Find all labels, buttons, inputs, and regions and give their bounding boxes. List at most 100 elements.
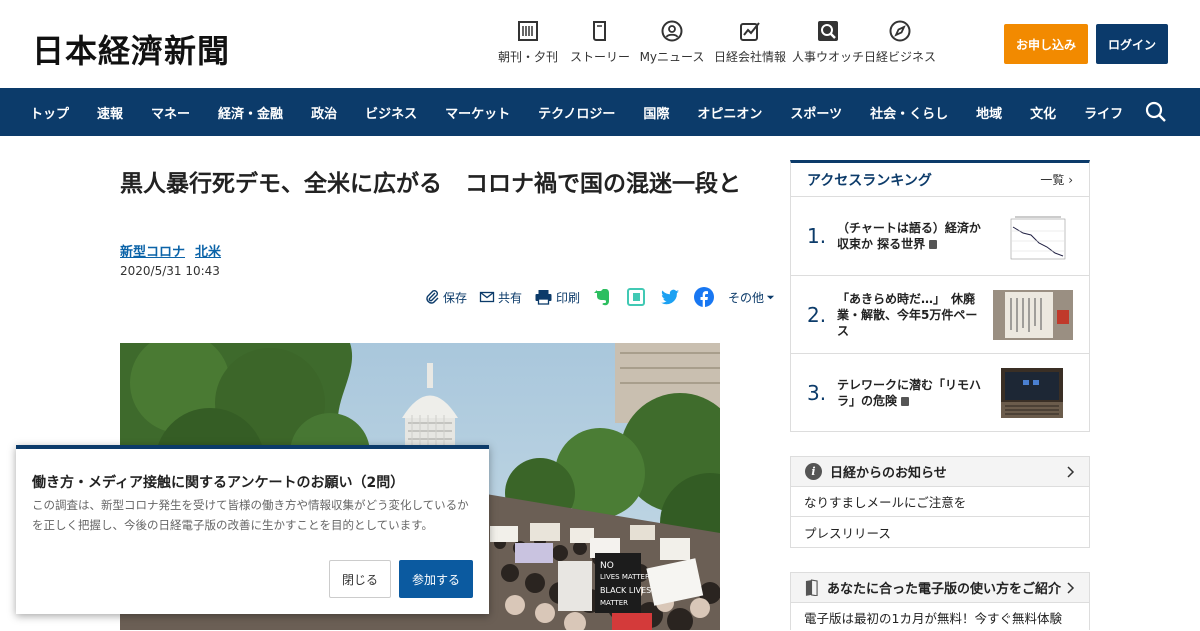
- user-icon: [661, 20, 683, 42]
- chevron-right-icon: [1067, 582, 1075, 594]
- article-toolbar: 保存 共有 印刷 その他: [424, 287, 790, 307]
- search-person-icon: [818, 21, 838, 41]
- svg-text:MATTER: MATTER: [600, 599, 628, 607]
- print-button[interactable]: 印刷: [534, 289, 580, 306]
- printer-icon: [535, 290, 552, 305]
- close-button[interactable]: 閉じる: [329, 560, 391, 598]
- apply-button[interactable]: お申し込み: [1004, 24, 1088, 64]
- header-link-business[interactable]: 日経ビジネス: [864, 20, 936, 65]
- access-ranking: アクセスランキング 一覧 › 1. （チャートは語る）経済か収束か 探る世界 2…: [790, 160, 1090, 432]
- newspaper-icon: [518, 21, 538, 41]
- dialog-body: この調査は、新型コロナ発生を受けて皆様の働き方や情報収集がどう変化しているかを正…: [32, 498, 469, 532]
- more-share-dropdown[interactable]: その他: [728, 289, 778, 306]
- ranking-item[interactable]: 3. テレワークに潜む「リモハラ」の危険: [791, 354, 1089, 433]
- note-button[interactable]: [626, 287, 646, 307]
- notice-item[interactable]: なりすましメールにご注意を: [791, 487, 1089, 517]
- notice-item[interactable]: プレスリリース: [791, 517, 1089, 547]
- nav-item-economy[interactable]: 経済・金融: [218, 103, 283, 122]
- usage-guide: あなたに合った電子版の使い方をご紹介 電子版は最初の1カ月が無料！今すぐ無料体験: [790, 572, 1090, 630]
- site-header: 日本経濟新聞 朝刊・夕刊 ストーリー Myニュース 日経会社情報 人事ウオッチ …: [0, 0, 1200, 88]
- facebook-button[interactable]: [694, 287, 715, 307]
- header-link-mynews[interactable]: Myニュース: [636, 20, 708, 65]
- header-icon-bar: 朝刊・夕刊 ストーリー Myニュース 日経会社情報 人事ウオッチ 日経ビジネス: [492, 20, 936, 65]
- header-link-label: ストーリー: [569, 50, 630, 64]
- ranking-item[interactable]: 1. （チャートは語る）経済か収束か 探る世界: [791, 197, 1089, 276]
- notices-header[interactable]: i 日経からのお知らせ: [791, 457, 1089, 487]
- ranking-number: 3.: [807, 381, 827, 405]
- print-label: 印刷: [556, 290, 581, 305]
- info-icon: i: [805, 463, 822, 480]
- nav-item-region[interactable]: 地域: [976, 103, 1002, 122]
- nav-item-sports[interactable]: スポーツ: [790, 103, 842, 122]
- nav-item-opinion[interactable]: オピニオン: [697, 103, 762, 122]
- header-link-company[interactable]: 日経会社情報: [708, 20, 792, 65]
- header-link-jinji[interactable]: 人事ウオッチ: [792, 20, 864, 65]
- nav-item-technology[interactable]: テクノロジー: [538, 103, 615, 122]
- nav-item-market[interactable]: マーケット: [445, 103, 510, 122]
- guide-title: あなたに合った電子版の使い方をご紹介: [827, 582, 1062, 597]
- chart-icon: [740, 22, 760, 41]
- lock-icon: [929, 240, 938, 249]
- twitter-button[interactable]: [660, 287, 680, 307]
- nav-item-society[interactable]: 社会・くらし: [870, 103, 948, 122]
- tag-link[interactable]: 新型コロナ: [120, 241, 185, 260]
- survey-dialog: 働き方・メディア接触に関するアンケートのお願い（2問） この調査は、新型コロナ発…: [16, 445, 489, 614]
- share-label: 共有: [498, 290, 523, 305]
- header-link-label: 朝刊・夕刊: [497, 50, 558, 64]
- facebook-icon: [694, 287, 715, 307]
- nav-item-culture[interactable]: 文化: [1030, 103, 1056, 122]
- ranking-more-label: 一覧: [1040, 173, 1065, 187]
- ranking-thumbnail: [993, 289, 1073, 340]
- more-label: その他: [728, 290, 765, 305]
- nav-item-life[interactable]: ライフ: [1084, 103, 1123, 122]
- article-date: 2020/5/31 10:43: [120, 264, 220, 278]
- ranking-title: アクセスランキング: [807, 172, 932, 189]
- header-link-story[interactable]: ストーリー: [564, 20, 636, 65]
- ranking-thumbnail: [1001, 368, 1063, 418]
- ranking-item[interactable]: 2. 「あきらめ時だ…」 休廃業・解散、今年5万件ペース: [791, 276, 1089, 354]
- nav-item-politics[interactable]: 政治: [311, 103, 337, 122]
- nav-item-top[interactable]: トップ: [30, 103, 69, 122]
- guide-text[interactable]: 電子版は最初の1カ月が無料！今すぐ無料体験: [791, 603, 1089, 631]
- ranking-text: 「あきらめ時だ…」 休廃業・解散、今年5万件ペース: [837, 291, 978, 338]
- compass-icon: [889, 20, 911, 42]
- share-button[interactable]: 共有: [479, 289, 522, 306]
- paperclip-icon: [426, 290, 439, 304]
- chart-thumbnail-image: [1007, 213, 1069, 263]
- svg-text:BLACK LIVES: BLACK LIVES: [600, 586, 651, 595]
- header-link-paper[interactable]: 朝刊・夕刊: [492, 20, 564, 65]
- caret-down-icon: [766, 295, 775, 299]
- ranking-text: （チャートは語る）経済か収束か 探る世界: [837, 221, 981, 251]
- guide-header[interactable]: あなたに合った電子版の使い方をご紹介: [791, 573, 1089, 603]
- nav-item-sokuho[interactable]: 速報: [97, 103, 123, 122]
- svg-text:NO: NO: [600, 561, 614, 571]
- laptop-image: [1001, 368, 1063, 418]
- dialog-title: 働き方・メディア接触に関するアンケートのお願い（2問）: [32, 475, 405, 491]
- ranking-more-link[interactable]: 一覧 ›: [1040, 171, 1073, 188]
- note-icon: [627, 288, 646, 306]
- ranking-header: アクセスランキング 一覧 ›: [791, 163, 1089, 197]
- site-logo[interactable]: 日本経濟新聞: [32, 26, 230, 72]
- lock-icon: [901, 397, 910, 406]
- tag-link[interactable]: 北米: [195, 241, 221, 260]
- twitter-icon: [661, 289, 680, 305]
- evernote-icon: [594, 289, 610, 306]
- join-survey-button[interactable]: 参加する: [399, 560, 473, 598]
- notices-title: 日経からのお知らせ: [830, 466, 947, 481]
- chevron-right-icon: [1067, 466, 1075, 478]
- nav-item-money[interactable]: マネー: [151, 103, 190, 122]
- chevron-right-icon: ›: [1068, 173, 1073, 187]
- bookmark-icon: [805, 579, 818, 596]
- save-button[interactable]: 保存: [424, 289, 467, 306]
- ranking-number: 1.: [807, 224, 827, 248]
- svg-text:LIVES MATTER: LIVES MATTER: [600, 573, 650, 581]
- login-button[interactable]: ログイン: [1096, 24, 1168, 64]
- ranking-number: 2.: [807, 302, 827, 327]
- nav-item-business[interactable]: ビジネス: [365, 103, 417, 122]
- article-tags: 新型コロナ 北米: [120, 241, 231, 260]
- evernote-button[interactable]: [592, 287, 612, 307]
- article-title: 黒人暴行死デモ、全米に広がる コロナ禍で国の混迷一段と: [120, 171, 741, 197]
- nav-item-international[interactable]: 国際: [643, 103, 669, 122]
- search-icon[interactable]: [1144, 100, 1168, 124]
- mail-icon: [479, 291, 495, 303]
